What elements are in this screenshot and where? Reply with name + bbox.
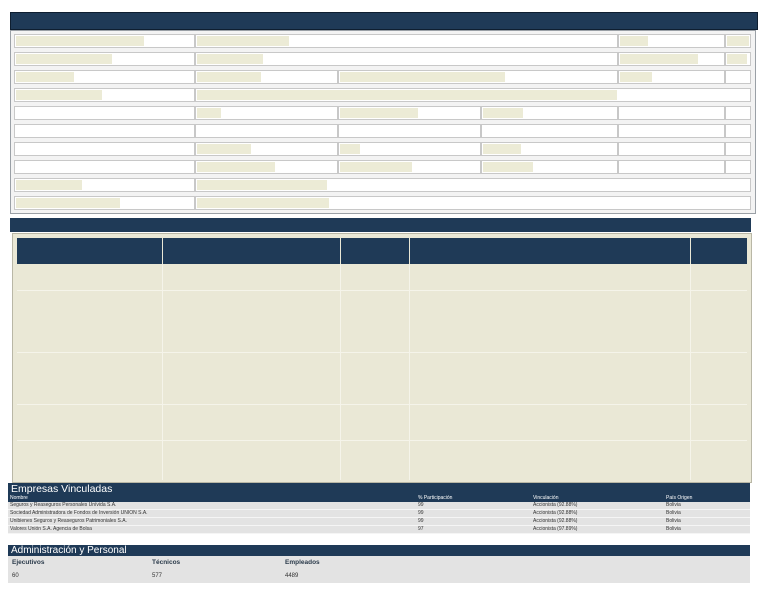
company-name: Seguros y Reaseguros Personales Unívida …	[10, 502, 117, 508]
form-value-cell	[195, 142, 338, 156]
employees-label: Empleados	[285, 559, 320, 566]
table-row: Valores Unión S.A. Agencia de Bolsa 97 A…	[8, 526, 750, 534]
form-label-cell	[14, 70, 195, 84]
form-value-cell	[481, 160, 618, 174]
form-value-cell	[195, 196, 751, 210]
form-value-cell	[195, 70, 338, 84]
grid-divider	[162, 264, 163, 480]
table-header: Nombre % Participación Vinculación País …	[8, 495, 750, 502]
form-value-cell	[618, 160, 725, 174]
form-value-cell	[338, 142, 481, 156]
top-header-bar	[10, 12, 758, 30]
grid-divider	[17, 440, 747, 441]
column-header-link: Vinculación	[533, 495, 559, 501]
grid-divider	[690, 264, 691, 480]
column-header-country: País Origen	[666, 495, 693, 501]
form-value-cell	[195, 178, 751, 192]
participation: 99	[418, 502, 424, 508]
company-name: Sociedad Administradora de Fondos de Inv…	[10, 510, 148, 516]
grid-column-header	[17, 238, 162, 264]
form-value-cell	[618, 106, 725, 120]
form-value-cell	[618, 124, 725, 138]
form-value-cell	[338, 124, 481, 138]
grid-column-header	[410, 238, 690, 264]
employees-value: 4489	[285, 573, 299, 579]
form-value-cell	[725, 124, 751, 138]
table-row: Seguros y Reaseguros Personales Unívida …	[8, 502, 750, 510]
participation: 99	[418, 518, 424, 524]
country: Bolivia	[666, 518, 681, 524]
form-label-cell	[14, 52, 195, 66]
form-label-cell	[14, 106, 195, 120]
data-grid-panel	[12, 233, 752, 483]
form-label-cell	[14, 124, 195, 138]
personnel-stats: Ejecutivos Técnicos Empleados 60 577 448…	[8, 556, 750, 583]
grid-column-header	[691, 238, 747, 264]
column-header-participation: % Participación	[418, 495, 453, 501]
form-value-cell	[195, 34, 618, 48]
company-name: Valores Unión S.A. Agencia de Bolsa	[10, 526, 92, 532]
executives-value: 60	[12, 573, 19, 579]
form-value-cell	[195, 124, 338, 138]
form-value-cell	[725, 106, 751, 120]
column-header-name: Nombre	[10, 495, 28, 501]
form-value-cell	[481, 124, 618, 138]
form-label-cell	[14, 88, 195, 102]
form-label-cell	[14, 34, 195, 48]
form-label-cell	[14, 142, 195, 156]
grid-column-header	[163, 238, 340, 264]
link-type: Accionista (92.88%)	[533, 518, 578, 524]
form-value-cell	[195, 106, 338, 120]
form-value-cell	[338, 106, 481, 120]
country: Bolivia	[666, 502, 681, 508]
form-value-cell	[338, 160, 481, 174]
form-value-cell	[618, 142, 725, 156]
form-value-cell	[618, 70, 725, 84]
participation: 99	[418, 510, 424, 516]
country: Bolivia	[666, 526, 681, 532]
admin-personnel-section: Administración y Personal Ejecutivos Téc…	[8, 545, 750, 583]
form-panel	[10, 30, 756, 214]
form-value-cell	[618, 34, 725, 48]
form-value-cell	[725, 34, 751, 48]
technicians-label: Técnicos	[152, 559, 181, 566]
table-row: Unibienes Seguros y Reaseguros Patrimoni…	[8, 518, 750, 526]
link-type: Accionista (97.89%)	[533, 526, 578, 532]
form-value-cell	[338, 70, 618, 84]
grid-divider	[409, 264, 410, 480]
grid-divider	[17, 290, 747, 291]
grid-column-header	[341, 238, 409, 264]
form-value-cell	[725, 70, 751, 84]
form-value-cell	[725, 160, 751, 174]
link-type: Accionista (92.88%)	[533, 502, 578, 508]
participation: 97	[418, 526, 424, 532]
grid-divider	[17, 404, 747, 405]
country: Bolivia	[666, 510, 681, 516]
form-value-cell	[481, 142, 618, 156]
form-value-cell	[195, 52, 618, 66]
grid-divider	[340, 264, 341, 480]
section-header-bar	[10, 218, 751, 232]
company-name: Unibienes Seguros y Reaseguros Patrimoni…	[10, 518, 128, 524]
grid-divider	[17, 352, 747, 353]
form-value-cell	[725, 52, 751, 66]
form-value-cell	[195, 88, 751, 102]
table-row: Sociedad Administradora de Fondos de Inv…	[8, 510, 750, 518]
form-value-cell	[195, 160, 338, 174]
link-type: Accionista (92.88%)	[533, 510, 578, 516]
linked-companies-section: Empresas Vinculadas Nombre % Participaci…	[8, 483, 750, 534]
section-title: Administración y Personal	[8, 545, 750, 556]
technicians-value: 577	[152, 573, 163, 579]
form-value-cell	[481, 106, 618, 120]
form-value-cell	[618, 52, 725, 66]
section-title: Empresas Vinculadas	[8, 483, 750, 495]
form-label-cell	[14, 196, 195, 210]
executives-label: Ejecutivos	[12, 559, 45, 566]
form-label-cell	[14, 178, 195, 192]
form-label-cell	[14, 160, 195, 174]
form-value-cell	[725, 142, 751, 156]
